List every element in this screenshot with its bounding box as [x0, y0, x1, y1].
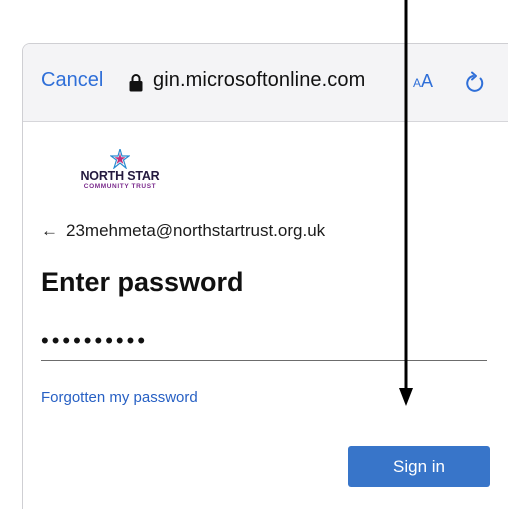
- url-address[interactable]: gin.microsoftonline.com: [153, 69, 365, 92]
- back-arrow-icon[interactable]: ←: [41, 221, 58, 240]
- password-field[interactable]: [41, 322, 487, 361]
- cancel-button[interactable]: Cancel: [41, 69, 103, 92]
- lock-icon: [129, 74, 143, 92]
- browser-toolbar: Cancel gin.microsoftonline.com AA: [23, 44, 508, 122]
- sign-in-button[interactable]: Sign in: [348, 446, 490, 487]
- logo-subtitle: COMMUNITY TRUST: [83, 183, 157, 190]
- star-logo-icon: [110, 149, 130, 169]
- text-size-large: A: [421, 71, 434, 91]
- forgot-password-link[interactable]: Forgotten my password: [41, 389, 198, 406]
- browser-window: Cancel gin.microsoftonline.com AA NORTH …: [22, 43, 508, 509]
- page-title: Enter password: [41, 267, 244, 297]
- account-email: 23mehmeta@northstartrust.org.uk: [66, 221, 326, 240]
- text-size-button[interactable]: AA: [413, 71, 433, 92]
- annotation-arrow-icon: [399, 0, 413, 406]
- reload-icon[interactable]: [464, 70, 486, 94]
- north-star-logo: NORTH STAR COMMUNITY TRUST: [72, 149, 168, 193]
- account-identity[interactable]: ← 23mehmeta@northstartrust.org.uk: [41, 221, 325, 241]
- logo-name: NORTH STAR: [80, 169, 160, 183]
